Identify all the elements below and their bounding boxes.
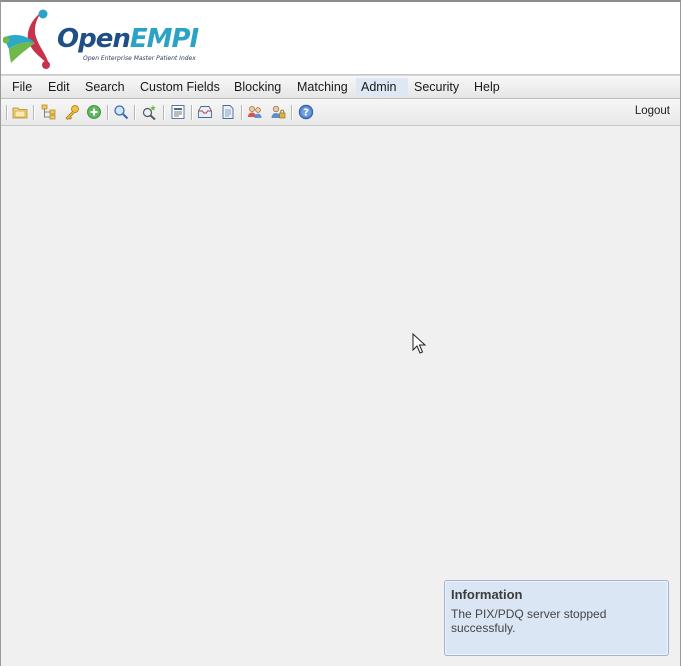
menu-edit[interactable]: Edit [43, 78, 75, 96]
inbox-icon[interactable] [197, 104, 213, 120]
toolbar-separator [134, 105, 136, 120]
notification-message: The PIX/PDQ server stopped successfuly. [451, 607, 607, 635]
logo-word-open: Open [57, 24, 131, 54]
mouse-cursor-icon [412, 333, 426, 354]
document-icon[interactable] [220, 104, 236, 120]
toolbar: ? Logout [1, 99, 680, 126]
logo-tagline: Open Enterprise Master Patient Index [83, 55, 196, 62]
logo-word-empi: EMPI [129, 24, 199, 54]
toolbar-separator [33, 105, 35, 120]
report-icon[interactable] [170, 104, 186, 120]
svg-text:?: ? [303, 108, 309, 119]
toolbar-separator [191, 105, 193, 120]
toolbar-separator [107, 105, 109, 120]
menu-search[interactable]: Search [80, 78, 130, 96]
add-icon[interactable] [86, 104, 102, 120]
menu-admin[interactable]: Admin [356, 78, 408, 96]
application-window: OpenEMPI Open Enterprise Master Patient … [0, 0, 681, 666]
toolbar-separator [163, 105, 165, 120]
open-folder-icon[interactable] [12, 104, 28, 120]
openempi-logo: OpenEMPI Open Enterprise Master Patient … [3, 7, 199, 69]
help-icon[interactable]: ? [298, 104, 314, 120]
header: OpenEMPI Open Enterprise Master Patient … [1, 2, 680, 75]
menu-file[interactable]: File [7, 78, 37, 96]
user-lock-icon[interactable] [270, 104, 286, 120]
search-icon[interactable] [113, 104, 129, 120]
logo-wordmark: OpenEMPI [57, 24, 199, 54]
logout-link[interactable]: Logout [635, 105, 670, 117]
information-notification: Information The PIX/PDQ server stopped s… [444, 580, 669, 656]
menu-custom-fields[interactable]: Custom Fields [135, 78, 225, 96]
toolbar-separator [241, 105, 243, 120]
menu-bar: File Edit Search Custom Fields Blocking … [1, 75, 680, 99]
users-icon[interactable] [247, 104, 263, 120]
toolbar-separator [291, 105, 293, 120]
menu-help[interactable]: Help [469, 78, 505, 96]
menu-blocking[interactable]: Blocking [229, 78, 286, 96]
key-icon[interactable] [64, 104, 80, 120]
menu-security[interactable]: Security [409, 78, 464, 96]
menu-matching[interactable]: Matching [292, 78, 353, 96]
notification-title: Information [451, 587, 523, 602]
logo-emblem-icon [3, 9, 50, 69]
advanced-search-icon[interactable] [141, 104, 157, 120]
toolbar-separator [6, 105, 8, 120]
tree-icon[interactable] [41, 104, 57, 120]
